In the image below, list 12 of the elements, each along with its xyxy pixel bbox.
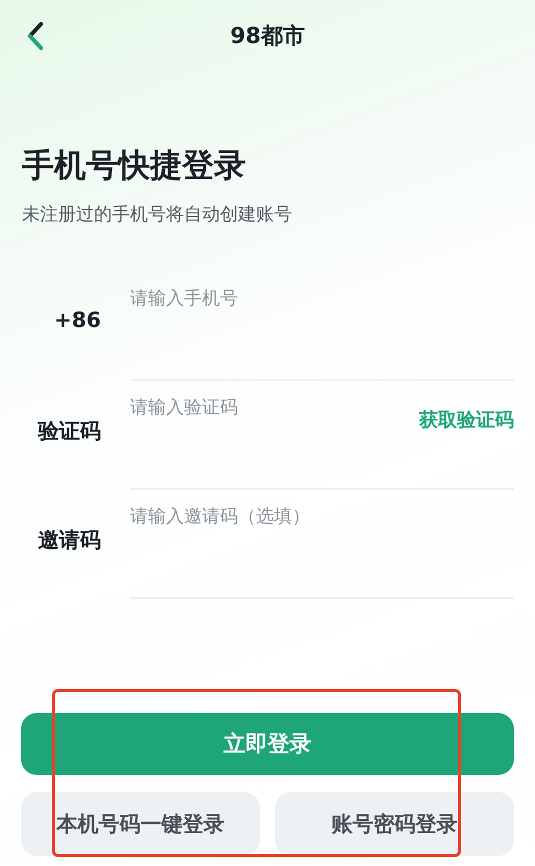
- back-arrow-icon: [26, 21, 44, 51]
- alternate-login-button[interactable]: 账号密码登录: [275, 792, 514, 856]
- page-title: 98都市: [230, 22, 305, 51]
- input-field[interactable]: 请输入手机号: [130, 288, 390, 309]
- field-label: 验证码: [36, 418, 101, 445]
- login-heading: 手机号快捷登录: [22, 145, 247, 186]
- input-field[interactable]: 请输入验证码: [130, 397, 390, 418]
- login-subtitle: 未注册过的手机号将自动创建账号: [22, 203, 293, 226]
- field-label: 邀请码: [37, 527, 101, 554]
- alternate-login-button[interactable]: 本机号码一键登录: [21, 792, 260, 856]
- input-field[interactable]: 请输入邀请码（选填）: [130, 506, 390, 527]
- field-label: +86: [53, 307, 101, 334]
